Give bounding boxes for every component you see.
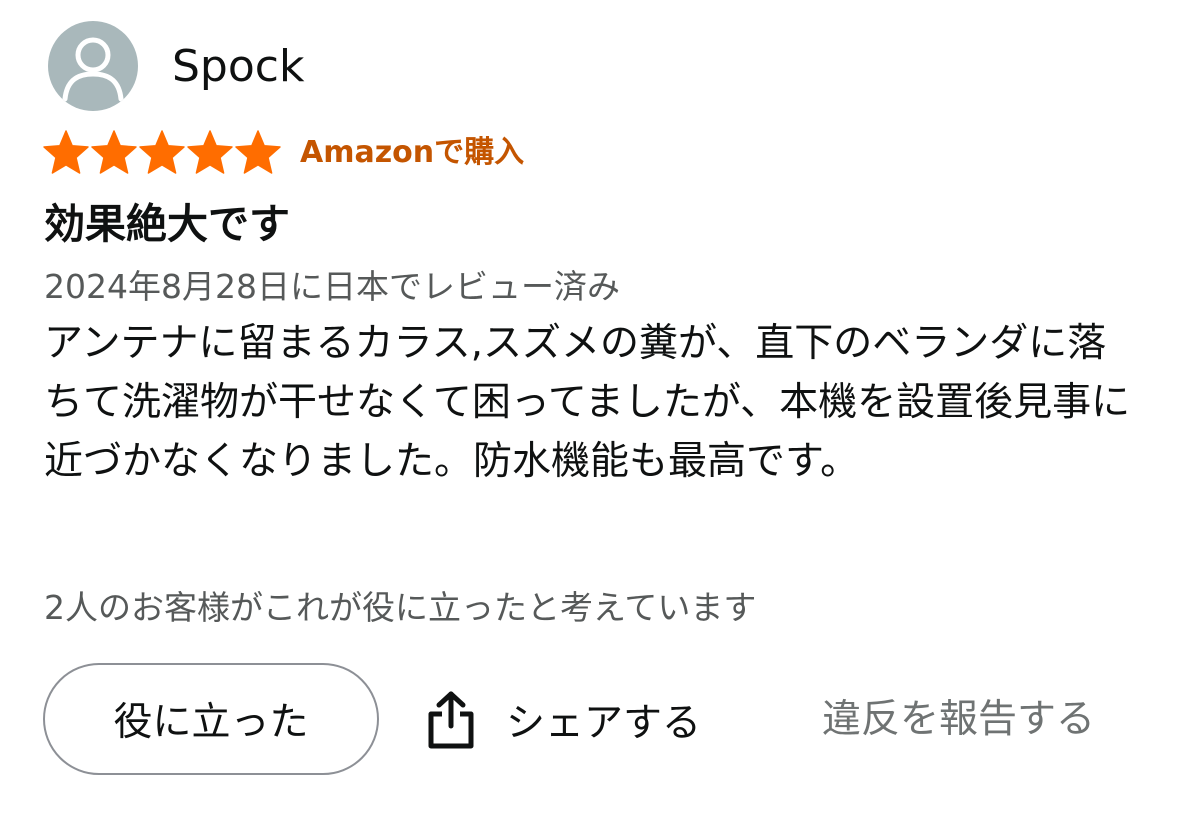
review-title: 効果絶大です (44, 200, 290, 248)
helpful-button[interactable]: 役に立った (43, 663, 379, 775)
report-abuse-link[interactable]: 違反を報告する (822, 693, 1095, 747)
avatar (48, 21, 138, 111)
verified-purchase-badge: Amazonで購入 (300, 135, 525, 170)
star-icon (235, 130, 281, 174)
review-body: アンテナに留まるカラス,スズメの糞が、直下のベランダに落ちて洗濯物が干せなくて困… (44, 321, 1131, 484)
review-date: 2024年8月28日に日本でレビュー済み (44, 267, 620, 306)
share-icon (428, 691, 474, 749)
reviewer-name[interactable]: Spock (172, 38, 304, 96)
star-icon (187, 130, 233, 174)
user-silhouette-icon (62, 37, 124, 102)
star-icon (43, 130, 89, 174)
share-button[interactable]: シェアする (426, 690, 701, 750)
star-icon (91, 130, 137, 174)
star-icon (139, 130, 185, 174)
share-label: シェアする (506, 701, 702, 746)
star-rating (42, 129, 282, 175)
helpful-count: 2人のお客様がこれが役に立ったと考えています (44, 588, 757, 627)
